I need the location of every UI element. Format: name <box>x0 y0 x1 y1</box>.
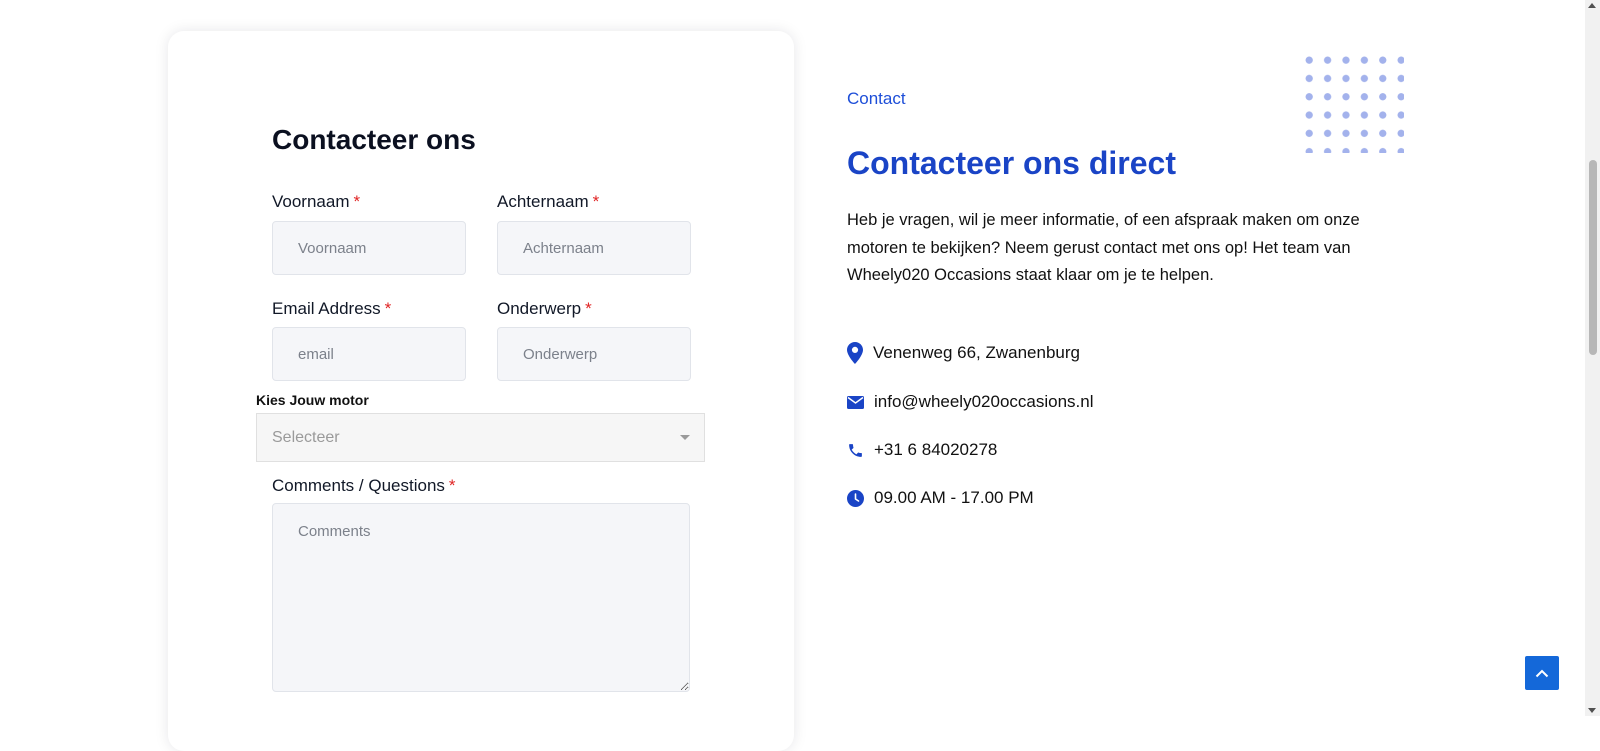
first-name-input[interactable] <box>272 221 466 275</box>
contact-hours: 09.00 AM - 17.00 PM <box>847 488 1034 508</box>
section-heading: Contacteer ons direct <box>847 145 1176 181</box>
comments-label: Comments / Questions * <box>272 476 456 496</box>
subject-input[interactable] <box>497 327 691 381</box>
contact-phone: +31 6 84020278 <box>847 440 997 460</box>
back-to-top-button[interactable] <box>1525 656 1559 690</box>
contact-email: info@wheely020occasions.nl <box>847 392 1094 412</box>
address-text: Venenweg 66, Zwanenburg <box>873 343 1080 362</box>
dot-pattern-decoration <box>1300 51 1404 153</box>
last-name-input[interactable] <box>497 221 691 275</box>
email-label: Email Address * <box>272 299 391 319</box>
caret-down-icon <box>680 435 690 440</box>
first-name-label-text: Voornaam <box>272 192 350 211</box>
email-label-text: Email Address <box>272 299 381 318</box>
envelope-icon <box>847 395 864 409</box>
last-name-label-text: Achternaam <box>497 192 589 211</box>
map-marker-icon <box>847 342 863 364</box>
intro-text: Heb je vragen, wil je meer informatie, o… <box>847 211 1360 284</box>
required-marker: * <box>448 476 456 495</box>
scroll-up-arrow-icon[interactable] <box>1588 3 1596 8</box>
subject-label: Onderwerp * <box>497 299 592 319</box>
required-marker: * <box>585 299 592 318</box>
comments-label-text: Comments / Questions <box>272 476 445 495</box>
page-scrollbar[interactable] <box>1585 0 1600 716</box>
subject-label-text: Onderwerp <box>497 299 582 318</box>
required-marker: * <box>384 299 392 318</box>
required-marker: * <box>592 192 600 211</box>
scroll-down-arrow-icon[interactable] <box>1588 708 1596 713</box>
first-name-label: Voornaam * <box>272 192 360 212</box>
motor-select-label: Kies Jouw motor <box>256 392 369 408</box>
clock-icon <box>847 489 864 507</box>
email-link[interactable]: info@wheely020occasions.nl <box>874 392 1094 412</box>
form-title: Contacteer ons <box>272 124 476 155</box>
phone-text: +31 6 84020278 <box>874 440 998 459</box>
comments-textarea[interactable] <box>272 503 690 692</box>
last-name-label: Achternaam * <box>497 192 599 212</box>
motor-select-value: Selecteer <box>272 429 340 446</box>
phone-icon <box>847 442 864 459</box>
required-marker: * <box>353 192 361 211</box>
email-input[interactable] <box>272 327 466 381</box>
motor-select[interactable]: Selecteer <box>256 413 705 462</box>
scrollbar-thumb[interactable] <box>1589 160 1597 355</box>
hours-text: 09.00 AM - 17.00 PM <box>874 488 1034 507</box>
section-eyebrow: Contact <box>847 89 906 108</box>
contact-address: Venenweg 66, Zwanenburg <box>847 342 1080 364</box>
chevron-up-icon <box>1535 669 1549 677</box>
